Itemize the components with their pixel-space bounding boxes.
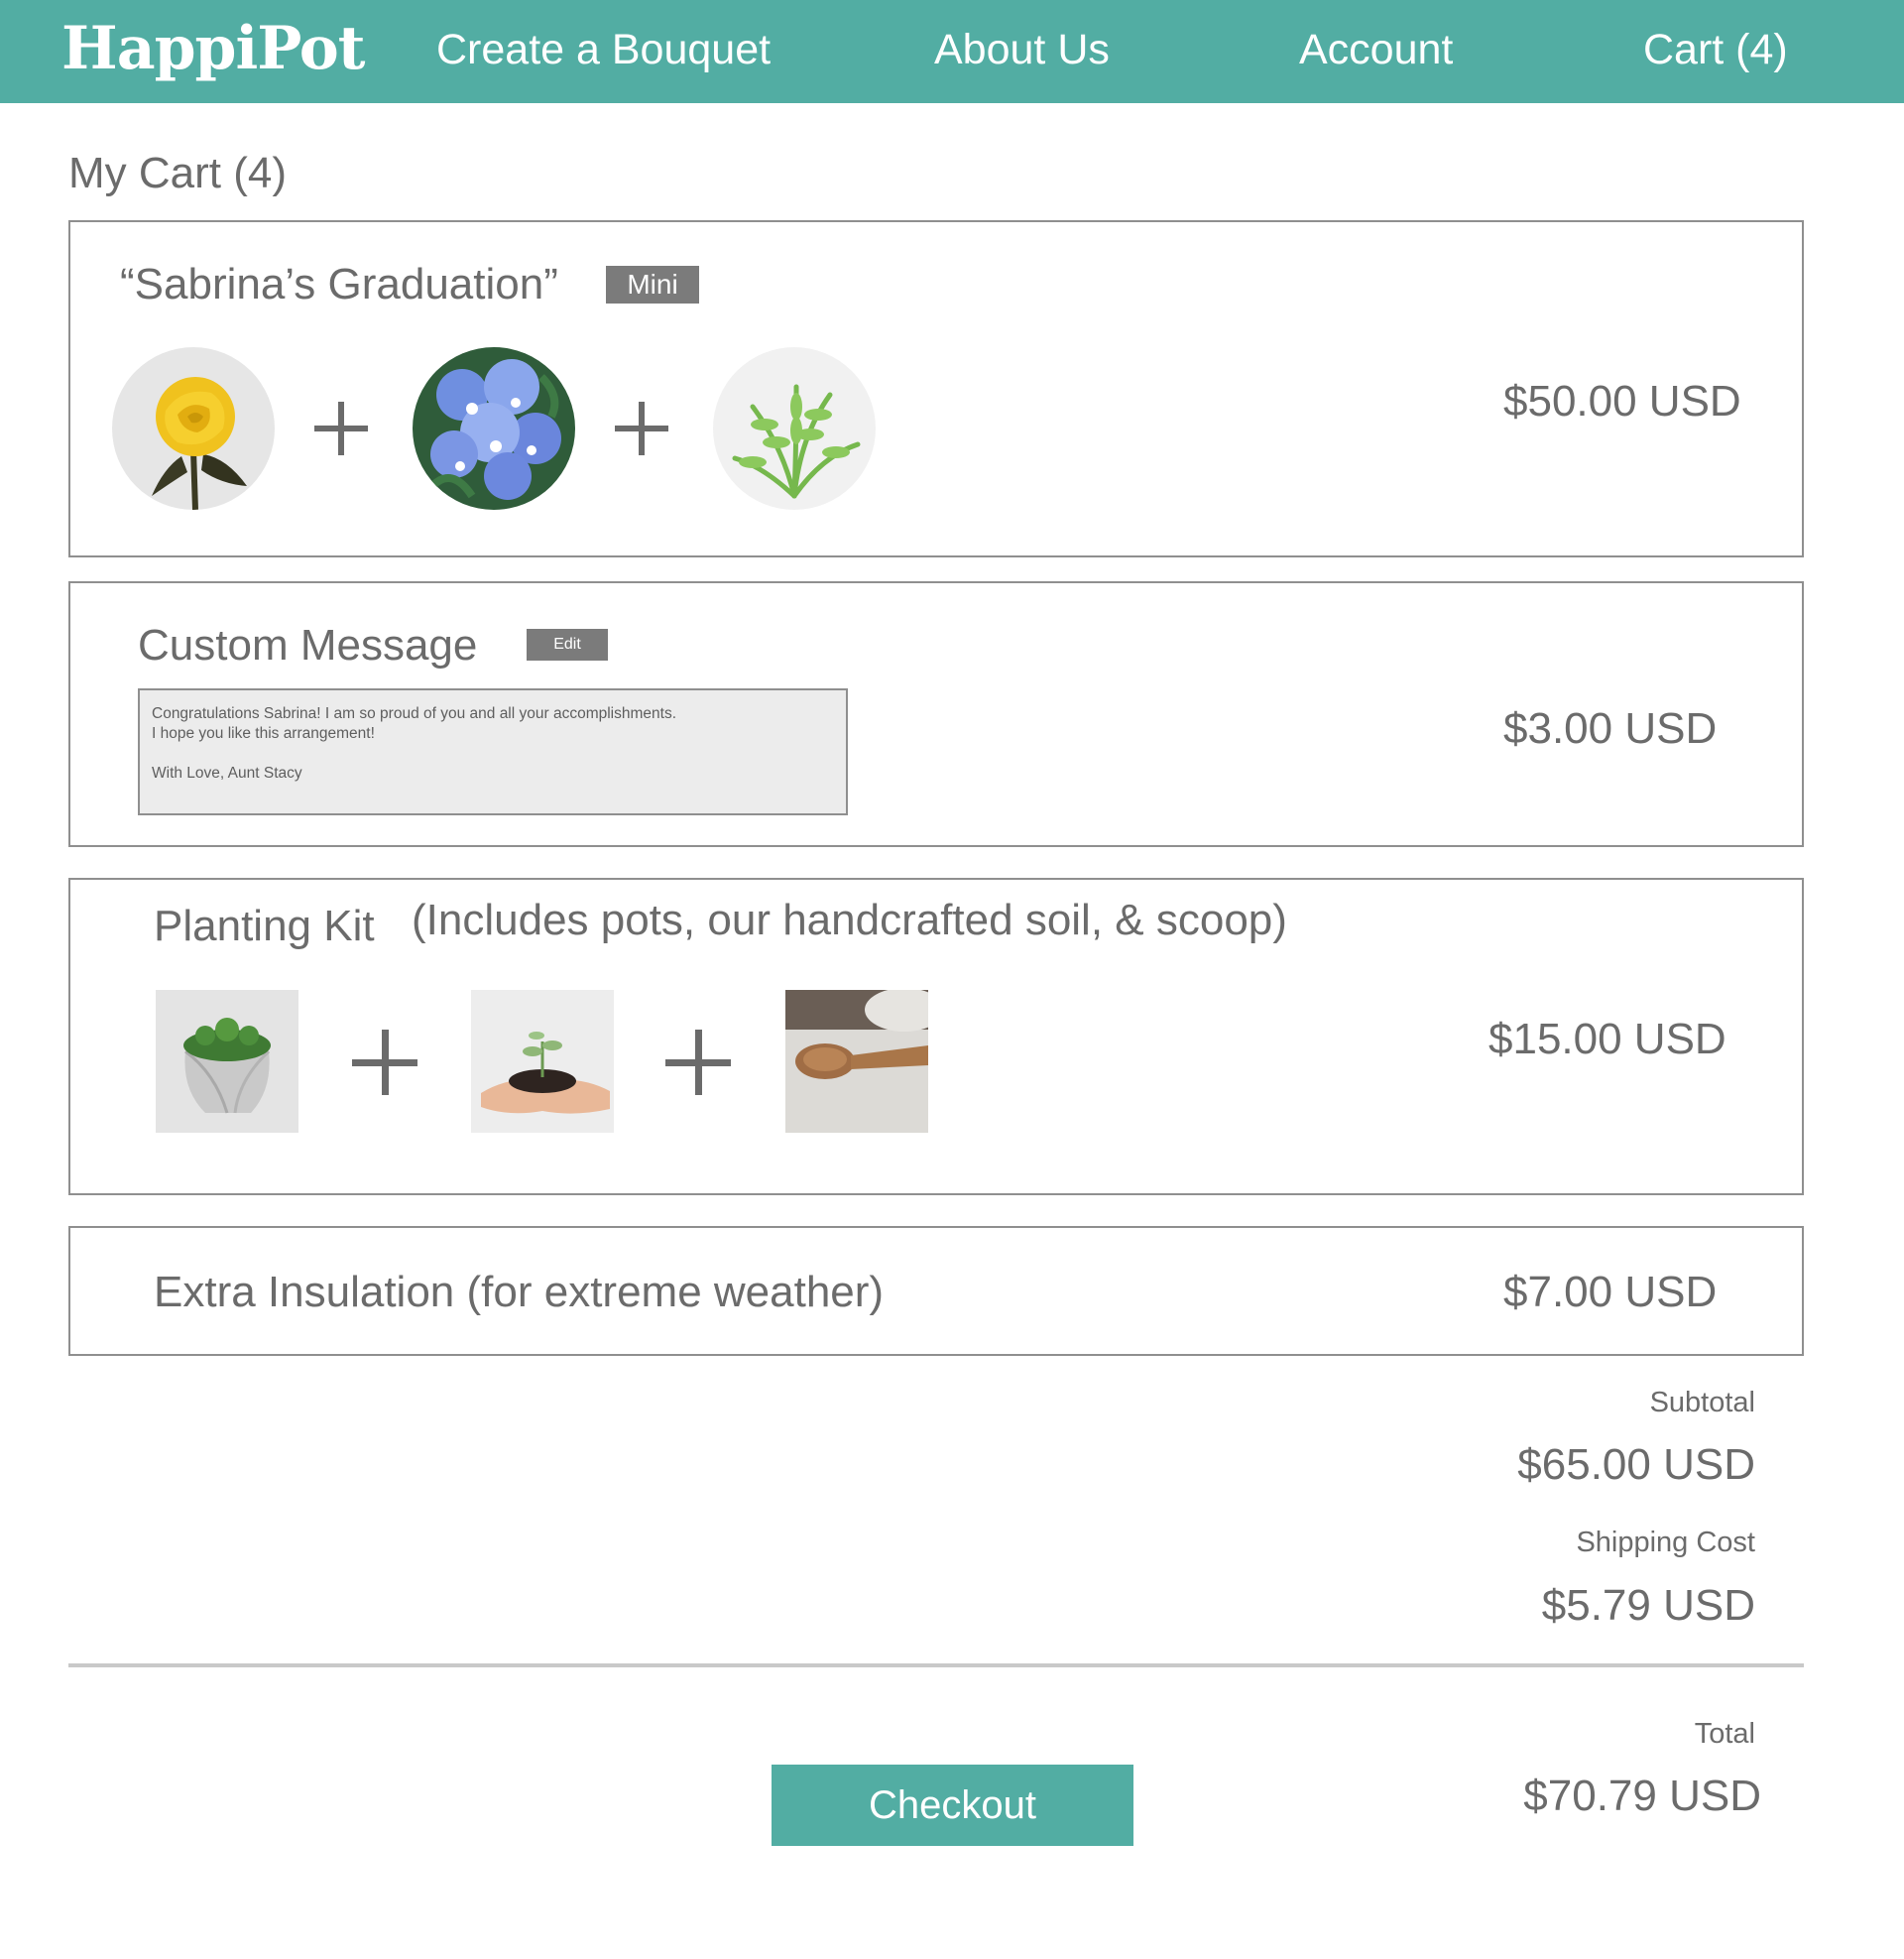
bouquet-price: $50.00 USD: [1503, 377, 1741, 426]
message-line: With Love, Aunt Stacy: [152, 765, 302, 782]
yellow-rose-image: [112, 347, 275, 510]
custom-message-title: Custom Message: [138, 621, 478, 670]
message-text-box[interactable]: Congratulations Sabrina! I am so proud o…: [138, 688, 848, 815]
message-line: I hope you like this arrangement!: [152, 725, 375, 742]
custom-message-card: Custom Message Edit Congratulations Sabr…: [68, 581, 1804, 847]
planting-kit-price: $15.00 USD: [1488, 1015, 1726, 1063]
wooden-scoop-image: [785, 990, 928, 1133]
shipping-value: $5.79 USD: [1541, 1581, 1755, 1630]
planting-kit-title: Planting Kit: [154, 902, 375, 950]
bouquet-card: “Sabrina’s Graduation” Mini $50.00 USD: [68, 220, 1804, 557]
insulation-price: $7.00 USD: [1503, 1268, 1718, 1316]
nav-about-us[interactable]: About Us: [934, 26, 1110, 74]
plus-icon: [352, 1030, 417, 1095]
subtotal-label: Subtotal: [1649, 1387, 1755, 1418]
blue-forget-me-not-image: [413, 347, 575, 510]
happipot-logo[interactable]: HappiPot: [61, 14, 366, 83]
hands-with-soil-image: [471, 990, 614, 1133]
nav-cart[interactable]: Cart (4): [1643, 26, 1788, 74]
planting-kit-card: Planting Kit (Includes pots, our handcra…: [68, 878, 1804, 1195]
nav-create-bouquet[interactable]: Create a Bouquet: [436, 26, 771, 74]
extra-insulation-card: Extra Insulation (for extreme weather) $…: [68, 1226, 1804, 1356]
total-value: $70.79 USD: [1523, 1772, 1761, 1820]
pot-with-moss-image: [156, 990, 298, 1133]
plus-icon: [314, 402, 368, 455]
summary-divider: [68, 1663, 1804, 1667]
subtotal-value: $65.00 USD: [1517, 1440, 1755, 1489]
edit-message-button[interactable]: Edit: [527, 629, 608, 661]
checkout-button[interactable]: Checkout: [772, 1765, 1133, 1846]
size-tag[interactable]: Mini: [606, 266, 699, 304]
insulation-title: Extra Insulation (for extreme weather): [154, 1268, 885, 1316]
plus-icon: [615, 402, 668, 455]
plus-icon: [665, 1030, 731, 1095]
page-title: My Cart (4): [68, 149, 287, 197]
planting-kit-description: (Includes pots, our handcrafted soil, & …: [412, 896, 1287, 944]
bouquet-name: “Sabrina’s Graduation”: [120, 260, 558, 308]
message-price: $3.00 USD: [1503, 704, 1718, 753]
total-label: Total: [1694, 1718, 1755, 1750]
top-navigation-bar: HappiPot Create a Bouquet About Us Accou…: [0, 0, 1904, 103]
green-fern-image: [713, 347, 876, 510]
shipping-label: Shipping Cost: [1576, 1527, 1755, 1558]
message-line: Congratulations Sabrina! I am so proud o…: [152, 705, 677, 722]
nav-account[interactable]: Account: [1299, 26, 1453, 74]
